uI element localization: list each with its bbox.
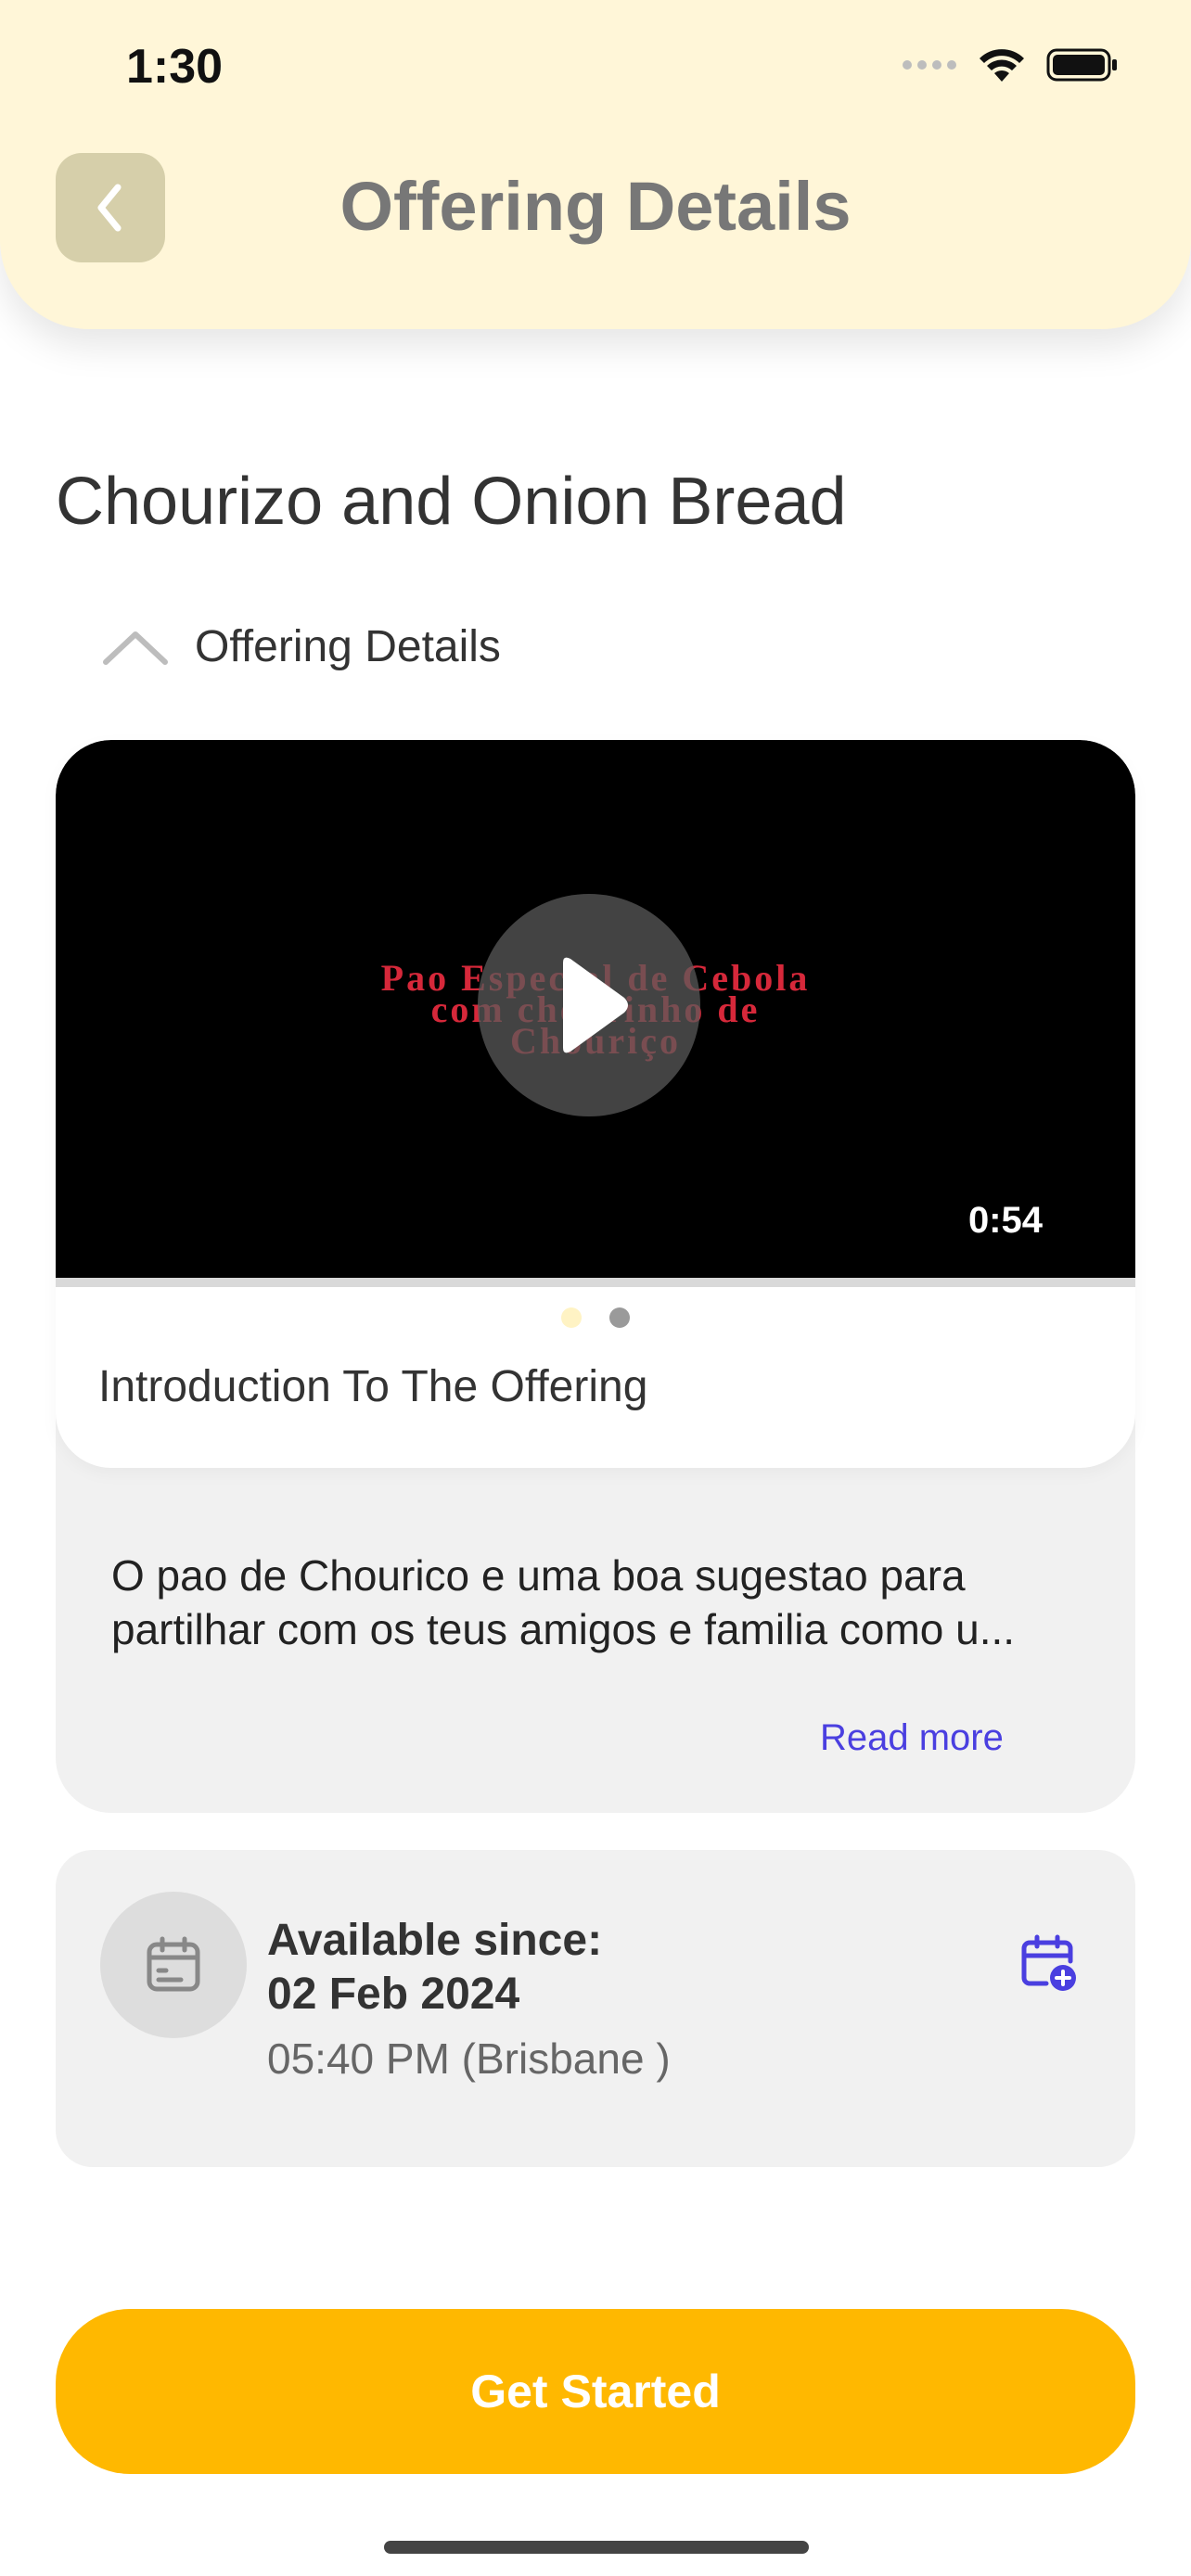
carousel-dots: [56, 1307, 1135, 1328]
play-button[interactable]: [478, 894, 700, 1116]
availability-time: 05:40 PM (Brisbane ): [267, 2034, 671, 2083]
read-more-link[interactable]: Read more: [820, 1717, 1004, 1759]
cellular-signal-icon: [903, 60, 956, 70]
availability-card: Available since: 02 Feb 2024 05:40 PM (B…: [56, 1850, 1135, 2167]
offering-title: Chourizo and Onion Bread: [56, 465, 847, 539]
status-time: 1:30: [126, 40, 224, 94]
availability-label: Available since:: [267, 1916, 603, 1965]
carousel-dot-active[interactable]: [561, 1307, 582, 1328]
offering-details-screen: 1:30 Offering Details Chourizo and Onion…: [0, 0, 1191, 2576]
play-icon: [563, 957, 628, 1053]
header: 1:30 Offering Details: [0, 0, 1191, 329]
status-icons: [902, 46, 1119, 83]
video-player[interactable]: Pao Especial de Cebola com chourinho de …: [56, 740, 1135, 1278]
calendar-add-icon: [1021, 1934, 1076, 1991]
video-duration: 0:54: [967, 1200, 1043, 1241]
chevron-up-icon: [103, 631, 168, 665]
battery-icon: [1046, 48, 1117, 82]
offering-description: O pao de Chourico e uma boa sugestao par…: [111, 1551, 1016, 1653]
offering-details-toggle[interactable]: Offering Details: [102, 621, 501, 672]
media-card: Pao Especial de Cebola com chourinho de …: [56, 740, 1135, 1468]
section-label: Offering Details: [195, 622, 501, 671]
page-title: Offering Details: [339, 168, 852, 245]
home-indicator: [384, 2541, 809, 2554]
carousel-dot[interactable]: [609, 1307, 630, 1328]
add-to-calendar-button[interactable]: [1018, 1933, 1078, 1997]
media-label: Introduction To The Offering: [98, 1362, 648, 1411]
availability-icon-badge: [100, 1892, 247, 2038]
availability-date: 02 Feb 2024: [267, 1970, 520, 2019]
get-started-button[interactable]: Get Started: [56, 2309, 1135, 2474]
video-progress-bar[interactable]: [56, 1278, 1135, 1287]
calendar-icon: [147, 1936, 200, 1992]
wifi-icon: [980, 49, 1024, 82]
